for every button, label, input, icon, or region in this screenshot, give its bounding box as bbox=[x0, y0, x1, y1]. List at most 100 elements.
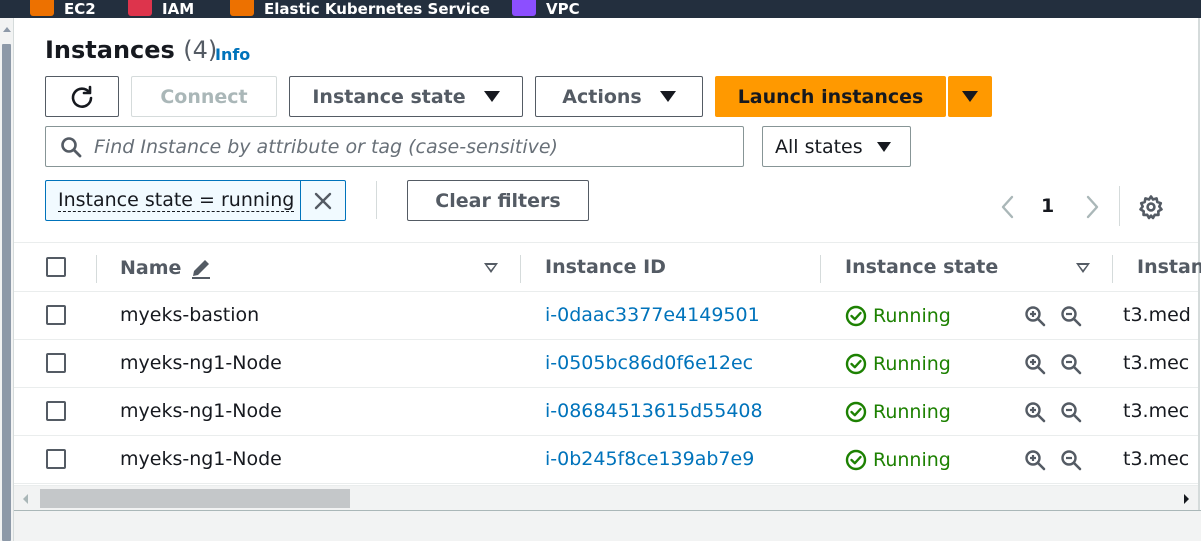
zoom-out-icon[interactable] bbox=[1060, 401, 1082, 423]
instance-id-link[interactable]: i-0b245f8ce139ab7e9 bbox=[545, 448, 754, 470]
info-link[interactable]: Info bbox=[215, 45, 250, 64]
title-text: Instances bbox=[45, 36, 175, 64]
column-header-instance-id[interactable]: Instance ID bbox=[545, 256, 666, 278]
clear-filters-label: Clear filters bbox=[435, 189, 561, 212]
launch-instances-button[interactable]: Launch instances bbox=[715, 76, 946, 117]
instance-type: t3.mec bbox=[1123, 400, 1190, 422]
caret-down-icon bbox=[483, 91, 500, 102]
instance-id-link[interactable]: i-0505bc86d0f6e12ec bbox=[545, 352, 753, 374]
instance-type: t3.mec bbox=[1123, 448, 1190, 470]
state-label: Running bbox=[873, 305, 951, 327]
ec2-icon bbox=[30, 0, 54, 16]
scroll-up-icon[interactable] bbox=[3, 27, 11, 32]
connect-button[interactable]: Connect bbox=[131, 76, 277, 117]
row-checkbox[interactable] bbox=[46, 401, 66, 421]
launch-options-dropdown[interactable] bbox=[948, 76, 992, 117]
close-icon bbox=[314, 192, 332, 209]
refresh-button[interactable] bbox=[45, 76, 119, 117]
favorite-label: VPC bbox=[546, 0, 580, 18]
zoom-in-icon[interactable] bbox=[1024, 401, 1046, 423]
check-circle-icon bbox=[845, 401, 867, 423]
page-scrollbar[interactable] bbox=[0, 18, 14, 541]
actions-label: Actions bbox=[562, 85, 642, 108]
column-divider bbox=[96, 255, 97, 283]
caret-down-icon bbox=[659, 91, 676, 102]
zoom-out-icon[interactable] bbox=[1060, 449, 1082, 471]
favorite-eks[interactable]: Elastic Kubernetes Service bbox=[230, 0, 490, 18]
zoom-out-icon[interactable] bbox=[1060, 305, 1082, 327]
table-row[interactable]: myeks-ng1-Node i-0505bc86d0f6e12ec Runni… bbox=[14, 340, 1198, 388]
page-title: Instances (4) bbox=[45, 36, 217, 64]
favorite-label: IAM bbox=[162, 0, 195, 18]
table-row[interactable]: myeks-ng1-Node i-08684513615d55408 Runni… bbox=[14, 388, 1198, 436]
actions-dropdown[interactable]: Actions bbox=[535, 76, 703, 117]
instance-id-link[interactable]: i-08684513615d55408 bbox=[545, 400, 763, 422]
instance-state: Running bbox=[845, 449, 951, 471]
instance-name: myeks-ng1-Node bbox=[120, 400, 282, 422]
select-all-checkbox[interactable] bbox=[46, 257, 66, 277]
instance-state: Running bbox=[845, 353, 951, 375]
scroll-left-icon[interactable] bbox=[23, 494, 28, 504]
favorite-label: EC2 bbox=[64, 0, 96, 18]
state-label: Running bbox=[873, 401, 951, 423]
edit-pencil-icon bbox=[192, 260, 211, 279]
zoom-in-icon[interactable] bbox=[1024, 353, 1046, 375]
zoom-in-icon[interactable] bbox=[1024, 305, 1046, 327]
split-panel-footer bbox=[14, 510, 1201, 541]
row-checkbox[interactable] bbox=[46, 305, 66, 325]
instance-state: Running bbox=[845, 401, 951, 423]
remove-filter-button[interactable] bbox=[300, 181, 345, 220]
launch-label: Launch instances bbox=[737, 85, 924, 108]
column-divider bbox=[820, 255, 821, 283]
column-header-name[interactable]: Name bbox=[120, 256, 213, 280]
zoom-in-icon[interactable] bbox=[1024, 449, 1046, 471]
current-page[interactable]: 1 bbox=[1041, 195, 1054, 217]
instance-name: myeks-ng1-Node bbox=[120, 448, 282, 470]
search-placeholder: Find Instance by attribute or tag (case-… bbox=[94, 135, 558, 158]
instance-name: myeks-ng1-Node bbox=[120, 352, 282, 374]
scroll-right-icon[interactable] bbox=[1184, 494, 1189, 504]
clear-filters-button[interactable]: Clear filters bbox=[407, 180, 589, 221]
favorite-vpc[interactable]: VPC bbox=[512, 0, 580, 18]
check-circle-icon bbox=[845, 353, 867, 375]
next-page-icon[interactable] bbox=[1082, 194, 1102, 220]
filter-token-text: Instance state = running bbox=[58, 189, 295, 212]
favorite-label: Elastic Kubernetes Service bbox=[264, 0, 490, 18]
search-input[interactable]: Find Instance by attribute or tag (case-… bbox=[45, 126, 744, 167]
column-label: Name bbox=[120, 257, 182, 279]
column-header-instance-state[interactable]: Instance state bbox=[845, 256, 998, 278]
table-row[interactable]: myeks-ng1-Node i-0b245f8ce139ab7e9 Runni… bbox=[14, 436, 1198, 484]
favorite-iam[interactable]: IAM bbox=[128, 0, 195, 18]
iam-icon bbox=[128, 0, 152, 16]
connect-label: Connect bbox=[160, 85, 248, 108]
instance-type: t3.mec bbox=[1123, 352, 1190, 374]
filter-token-label[interactable]: Instance state = running bbox=[46, 181, 300, 220]
state-filter-value: All states bbox=[775, 135, 863, 158]
sort-icon[interactable] bbox=[484, 263, 498, 273]
table-horizontal-scrollbar[interactable] bbox=[14, 485, 1198, 510]
favorite-ec2[interactable]: EC2 bbox=[30, 0, 96, 18]
instance-count: (4) bbox=[183, 36, 218, 64]
caret-down-icon bbox=[876, 141, 891, 152]
scrollbar-thumb[interactable] bbox=[2, 44, 11, 541]
caret-down-icon bbox=[962, 91, 978, 102]
previous-page-icon[interactable] bbox=[998, 194, 1018, 220]
state-filter-select[interactable]: All states bbox=[762, 126, 911, 167]
gear-icon[interactable] bbox=[1138, 194, 1164, 220]
column-header-instance-type[interactable]: Instan bbox=[1137, 256, 1201, 278]
instance-id-link[interactable]: i-0daac3377e4149501 bbox=[545, 304, 760, 326]
instance-state-dropdown[interactable]: Instance state bbox=[289, 76, 523, 117]
check-circle-icon bbox=[845, 449, 867, 471]
table-row[interactable]: myeks-bastion i-0daac3377e4149501 Runnin… bbox=[14, 292, 1198, 340]
check-circle-icon bbox=[845, 305, 867, 327]
row-checkbox[interactable] bbox=[46, 353, 66, 373]
state-label: Running bbox=[873, 353, 951, 375]
instance-state-label: Instance state bbox=[312, 85, 466, 108]
row-checkbox[interactable] bbox=[46, 449, 66, 469]
table-header: Name Instance ID Instance state Instan bbox=[14, 242, 1201, 292]
sort-icon[interactable] bbox=[1076, 263, 1090, 273]
vpc-icon bbox=[512, 0, 536, 16]
column-divider bbox=[520, 255, 521, 283]
zoom-out-icon[interactable] bbox=[1060, 353, 1082, 375]
scrollbar-thumb[interactable] bbox=[40, 489, 350, 508]
